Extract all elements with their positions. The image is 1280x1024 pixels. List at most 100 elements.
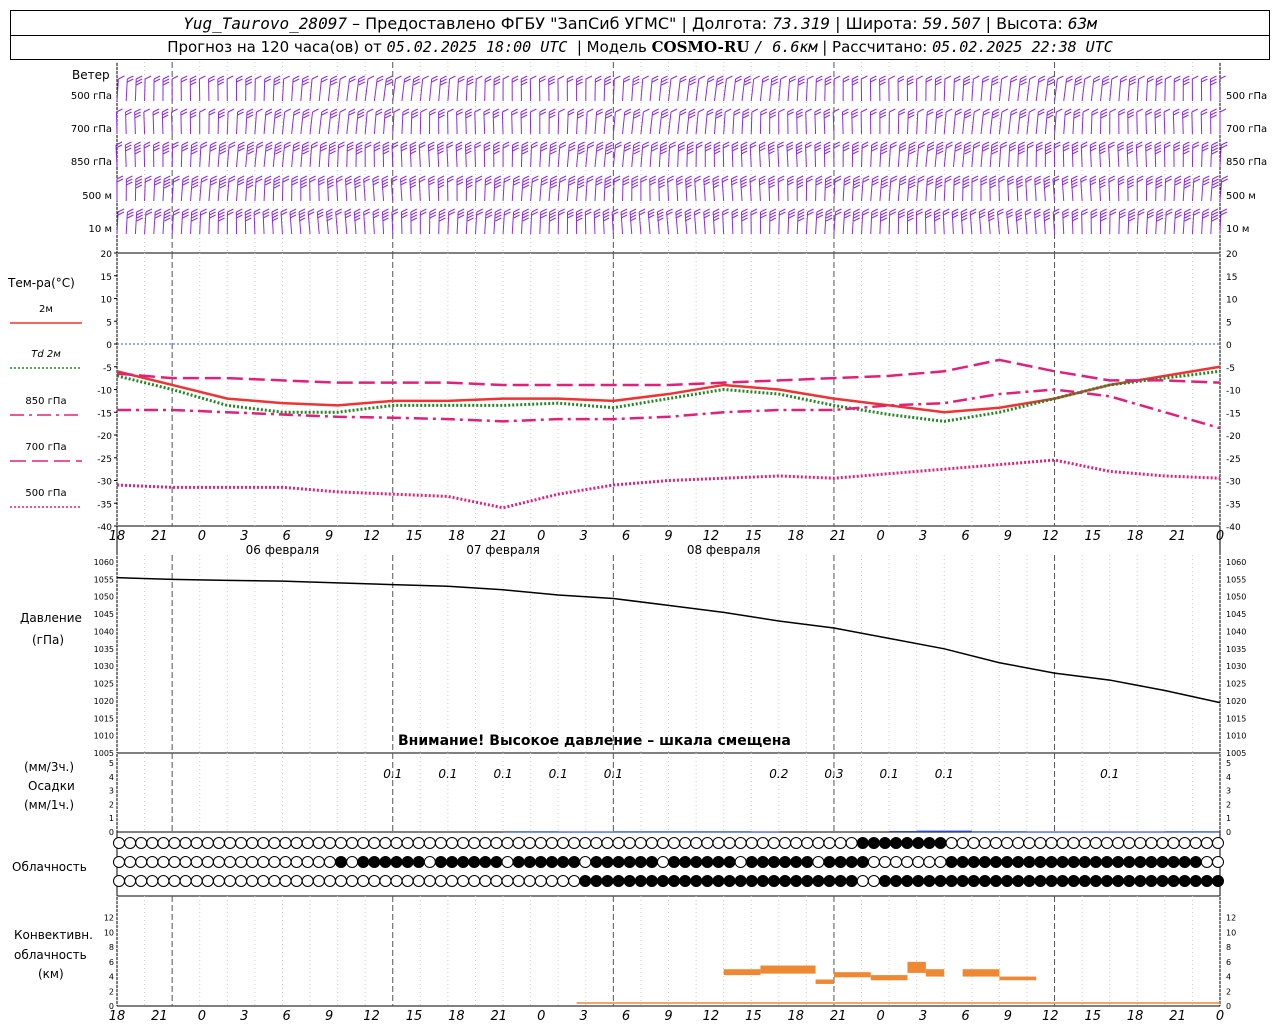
wind-barb [272, 144, 276, 168]
cloud-cover-symbol [379, 856, 392, 868]
cloud-cover-symbol [623, 856, 636, 868]
wind-barb-flag [302, 150, 309, 155]
wind-barb [410, 78, 415, 102]
wind-barb-flag [465, 147, 472, 152]
wind-barb-flag [661, 111, 669, 116]
wind-barb-flag [871, 208, 879, 213]
wind-barb-flag [1019, 111, 1027, 116]
wind-barb-flag [676, 175, 683, 180]
wind-barb-flag [954, 75, 961, 80]
wind-barb-flag [872, 178, 879, 183]
wind-barb-flag [126, 175, 133, 180]
wind-barb-flag [587, 175, 594, 180]
wind-barb-flag [852, 81, 859, 86]
wind-barb-flag [1193, 211, 1200, 216]
wind-barb-flag [135, 184, 143, 189]
wind-barb-flag [852, 75, 859, 80]
wind-level-label-right: 500 гПа [1226, 91, 1267, 102]
wind-barb-flag [247, 150, 255, 155]
wind-barb-flag [1221, 144, 1228, 149]
wind-barb [989, 144, 993, 168]
cloud-cover-symbol [246, 856, 259, 868]
wind-barb-flag [1146, 178, 1153, 183]
wind-barb-flag [1038, 78, 1046, 83]
temp-tick-right: -15 [1226, 409, 1241, 419]
wind-barb [1035, 78, 1040, 102]
precip-bar [1109, 831, 1138, 833]
wind-barb-flag [615, 141, 622, 146]
conv-tick-right: 12 [1226, 914, 1236, 923]
wind-barb-flag [649, 178, 656, 183]
wind-barb-flag [955, 147, 962, 152]
wind-barb-flag [835, 208, 842, 213]
wind-barb-flag [1010, 111, 1018, 116]
cloud-cover-symbol [1134, 856, 1147, 868]
wind-barb [153, 178, 156, 202]
time-tick-label: 6 [283, 529, 291, 544]
wind-barb-flag [1091, 111, 1099, 116]
wind-barb-flag [1065, 111, 1072, 116]
wind-barb-flag [1210, 75, 1217, 80]
wind-barb-flag [1145, 147, 1152, 152]
cloud-cover-symbol [290, 856, 303, 868]
wind-barb-flag [291, 175, 299, 180]
wind-barb-flag [769, 208, 777, 213]
wind-barb-flag [357, 108, 365, 113]
wind-barb [1163, 111, 1166, 135]
wind-barb [952, 144, 957, 168]
cloud-cover-symbol [945, 837, 958, 849]
wind-barb-flag [951, 214, 959, 219]
cloud-cover-symbol [645, 875, 658, 887]
wind-barb-flag [411, 114, 419, 119]
wind-barb-flag [568, 175, 576, 180]
wind-barb-flag [520, 114, 528, 119]
wind-barb-flag [245, 214, 252, 219]
wind-barb-flag [298, 211, 306, 216]
wind-barb-flag [567, 208, 574, 213]
cloud-cover-symbol [1134, 875, 1147, 887]
wind-barb-flag [796, 178, 804, 183]
wind-barb-flag [1117, 144, 1124, 149]
wind-barb-flag [731, 175, 738, 180]
wind-barb-flag [962, 178, 970, 183]
wind-barb-flag [457, 211, 465, 216]
time-tick-label-bottom: 12 [363, 1009, 380, 1024]
wind-barb-flag [660, 150, 667, 155]
wind-barb-flag [629, 208, 637, 213]
wind-barb-flag [381, 175, 389, 180]
cloud-cover-symbol [212, 837, 225, 849]
wind-barb-flag [936, 144, 944, 149]
cloud-cover-symbol [867, 875, 880, 887]
wind-barb-flag [549, 211, 556, 216]
cloud-cover-symbol [479, 875, 492, 887]
wind-barb-flag [456, 178, 464, 183]
wind-barb-flag [633, 111, 641, 116]
wind-barb-flag [780, 75, 787, 80]
wind-barb-flag [786, 141, 794, 146]
wind-barb-flag [786, 144, 794, 149]
wind-barb-flag [163, 181, 171, 186]
wind-barb-flag [1202, 144, 1209, 149]
wind-barb-flag [413, 78, 420, 83]
wind-barb-flag [935, 75, 942, 80]
wind-barb-flag [980, 178, 988, 183]
wind-barb-flag [576, 217, 583, 222]
wind-barb-flag [502, 141, 510, 146]
wind-barb-flag [339, 108, 347, 113]
wind-barb-flag [494, 184, 502, 189]
wind-barb [622, 78, 625, 102]
wind-barb-flag [228, 178, 236, 183]
wind-barb-flag [465, 111, 472, 116]
wind-barb-flag [890, 141, 897, 146]
wind-barb-flag [1091, 108, 1099, 113]
wind-barb-flag [145, 208, 153, 213]
cloud-cover-symbol [1100, 837, 1113, 849]
conv-cloud-bar [760, 965, 816, 974]
wind-barb-flag [658, 184, 665, 189]
temp-tick-left: 5 [106, 318, 112, 328]
wind-barb [474, 211, 478, 235]
wind-barb-flag [721, 175, 729, 180]
wind-barb-flag [880, 147, 888, 152]
wind-barb-flag [246, 111, 254, 116]
wind-barb-flag [401, 208, 408, 213]
